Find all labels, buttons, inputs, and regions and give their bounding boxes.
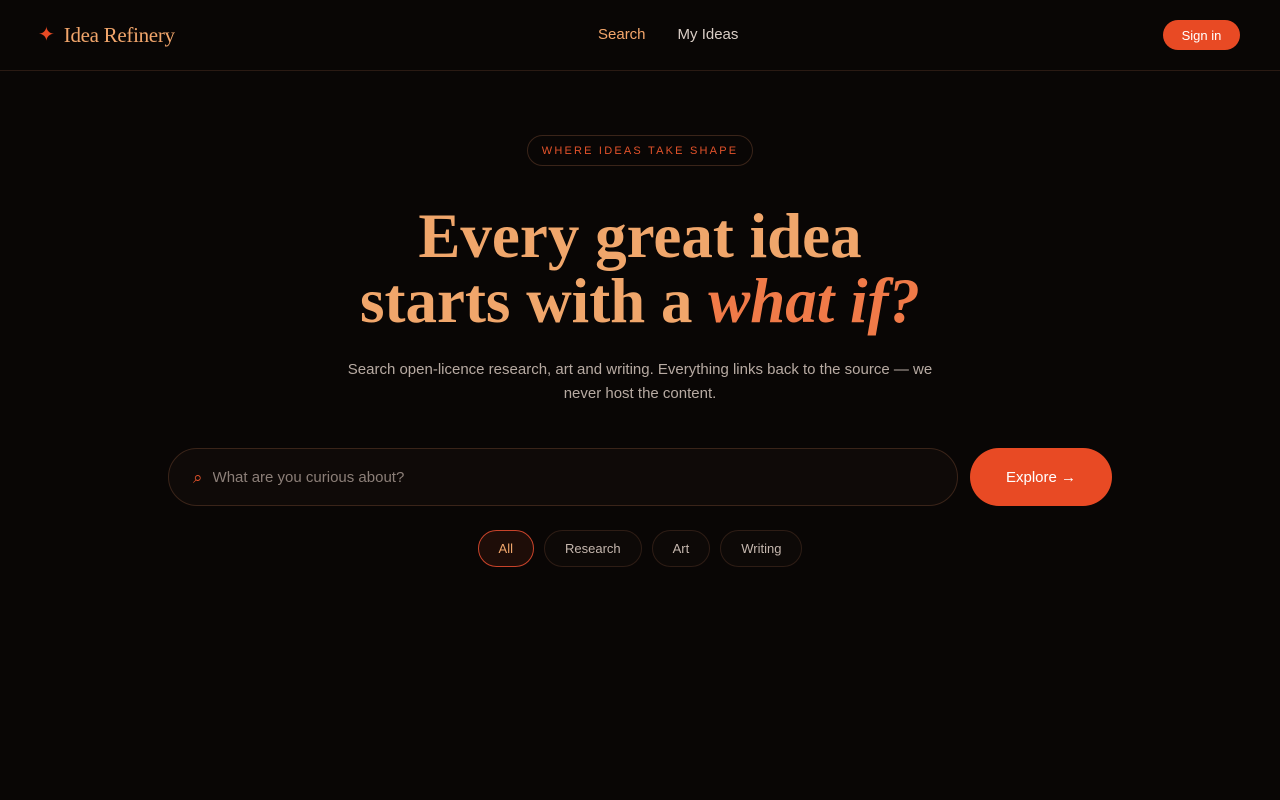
headline-line-2-prefix: starts with a <box>359 266 709 336</box>
search-bar[interactable]: ⌕ <box>168 448 958 506</box>
headline-line-2-accent: what if? <box>708 266 921 336</box>
hero-headline: Every great idea starts with a what if? <box>0 204 1280 334</box>
nav-item-search[interactable]: Search <box>598 26 646 43</box>
headline-line-1: Every great idea <box>418 201 862 271</box>
sparkle-icon: ✦ <box>38 24 55 46</box>
sign-in-button[interactable]: Sign in <box>1163 20 1240 50</box>
filter-chip-research[interactable]: Research <box>543 530 642 567</box>
filter-chip-all[interactable]: All <box>477 530 534 567</box>
brand-name: Idea Refinery <box>63 22 175 47</box>
tagline-badge: WHERE IDEAS TAKE SHAPE <box>527 135 753 166</box>
brand-logo[interactable]: ✦ Idea Refinery <box>38 21 175 49</box>
filter-chip-art[interactable]: Art <box>651 530 711 567</box>
explore-button[interactable]: Explore → <box>970 448 1112 506</box>
search-input[interactable] <box>212 468 913 486</box>
filter-chip-writing[interactable]: Writing <box>720 530 803 567</box>
main-nav: Search My Ideas <box>598 26 738 43</box>
search-icon: ⌕ <box>193 467 203 487</box>
filter-chips: All Research Art Writing <box>0 530 1280 567</box>
nav-item-my-ideas[interactable]: My Ideas <box>678 26 739 43</box>
hero-subtitle: Search open-licence research, art and wr… <box>347 361 933 402</box>
top-bar: ✦ Idea Refinery Search My Ideas Sign in <box>0 0 1280 71</box>
